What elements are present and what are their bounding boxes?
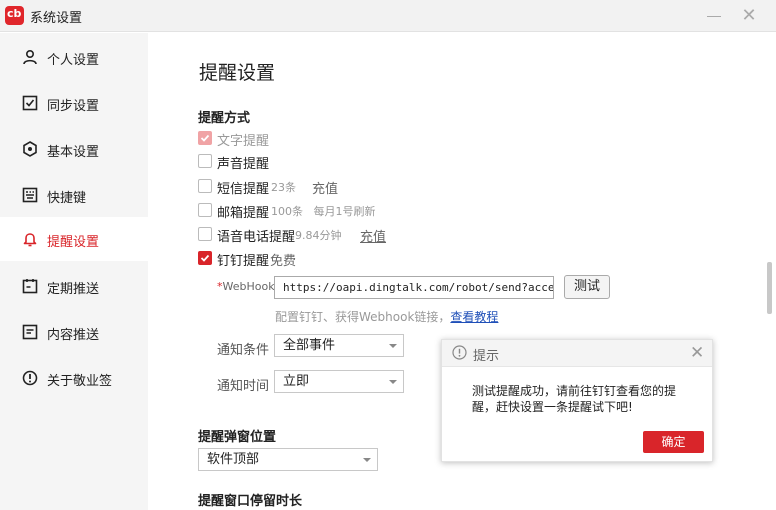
scrollbar-thumb[interactable] bbox=[767, 262, 772, 314]
sidebar-item-scheduled-push[interactable]: 定期推送 bbox=[0, 264, 148, 308]
alert-icon bbox=[452, 345, 467, 360]
calendar-icon bbox=[22, 279, 38, 294]
popup-position-value: 软件顶部 bbox=[207, 452, 260, 467]
checkbox[interactable] bbox=[198, 179, 212, 193]
window-title: 系统设置 bbox=[30, 11, 83, 26]
tutorial-link[interactable]: 查看教程 bbox=[450, 310, 498, 324]
webhook-label-text: WebHook bbox=[222, 280, 275, 293]
keyboard-icon bbox=[22, 187, 38, 203]
document-icon bbox=[22, 324, 38, 340]
sync-icon bbox=[22, 95, 38, 111]
webhook-label: *WebHook bbox=[217, 280, 275, 293]
email-quota: 100条 每月1号刷新 bbox=[271, 205, 376, 218]
voice-quota: 9.84分钟 bbox=[295, 229, 342, 242]
section-title-duration: 提醒窗口停留时长 bbox=[198, 494, 303, 509]
user-icon bbox=[23, 49, 37, 65]
close-window-icon[interactable]: ✕ bbox=[738, 5, 760, 27]
sidebar-item-label: 关于敬业签 bbox=[47, 374, 113, 389]
sidebar: 个人设置 同步设置 基本设置 快捷键 提醒设置 定期推送 内容推送 关于敬业签 bbox=[0, 33, 148, 510]
time-label: 通知时间 bbox=[217, 379, 270, 394]
sidebar-item-sync[interactable]: 同步设置 bbox=[0, 81, 148, 125]
sms-quota: 23条 bbox=[271, 181, 296, 194]
sms-recharge-link[interactable]: 充值 bbox=[312, 178, 338, 197]
checkbox-label: 声音提醒 bbox=[217, 157, 270, 172]
check-icon bbox=[200, 254, 210, 262]
minimize-icon[interactable] bbox=[703, 5, 725, 27]
time-select[interactable]: 立即 bbox=[274, 370, 404, 393]
chevron-down-icon bbox=[363, 458, 371, 462]
checkbox[interactable] bbox=[198, 251, 212, 265]
sidebar-item-label: 个人设置 bbox=[47, 53, 100, 68]
info-icon bbox=[22, 370, 38, 386]
checkbox[interactable] bbox=[198, 154, 212, 168]
checkbox-label: 文字提醒 bbox=[217, 134, 270, 149]
chevron-down-icon bbox=[389, 380, 397, 384]
sidebar-item-label: 内容推送 bbox=[47, 328, 100, 343]
confirm-button[interactable]: 确定 bbox=[643, 431, 704, 453]
checkbox-label: 邮箱提醒 bbox=[217, 206, 270, 221]
section-title-method: 提醒方式 bbox=[198, 111, 251, 126]
sidebar-item-label: 快捷键 bbox=[47, 191, 87, 206]
condition-value: 全部事件 bbox=[283, 338, 336, 353]
sidebar-item-label: 同步设置 bbox=[47, 99, 100, 114]
checkbox[interactable] bbox=[198, 227, 212, 241]
checkbox-label: 钉钉提醒 bbox=[217, 254, 270, 269]
webhook-hint: 配置钉钉、获得Webhook链接，查看教程 bbox=[275, 308, 498, 325]
sidebar-item-shortcut[interactable]: 快捷键 bbox=[0, 173, 148, 217]
sidebar-item-label: 基本设置 bbox=[47, 145, 100, 160]
checkbox[interactable] bbox=[198, 131, 212, 145]
section-title-popup-position: 提醒弹窗位置 bbox=[198, 430, 277, 445]
voice-recharge-link[interactable]: 充值 bbox=[360, 226, 386, 245]
page-title: 提醒设置 bbox=[199, 62, 276, 84]
test-success-dialog: 提示 ✕ 测试提醒成功，请前往钉钉查看您的提醒，赶快设置一条提醒试下吧! 确定 bbox=[441, 339, 713, 462]
dialog-header: 提示 ✕ bbox=[442, 340, 712, 367]
sidebar-item-personal[interactable]: 个人设置 bbox=[0, 35, 148, 79]
dialog-title: 提示 bbox=[473, 349, 500, 364]
dingtalk-free-note: 免费 bbox=[270, 254, 297, 269]
checkbox[interactable] bbox=[198, 203, 212, 217]
test-button[interactable]: 测试 bbox=[564, 275, 610, 299]
popup-position-select[interactable]: 软件顶部 bbox=[198, 448, 378, 471]
app-logo-icon bbox=[5, 6, 24, 25]
condition-label: 通知条件 bbox=[217, 343, 270, 358]
condition-select[interactable]: 全部事件 bbox=[274, 334, 404, 357]
sidebar-item-label: 提醒设置 bbox=[47, 235, 100, 250]
checkbox-label: 语音电话提醒 bbox=[217, 230, 296, 245]
sidebar-item-label: 定期推送 bbox=[47, 282, 100, 297]
sidebar-item-about[interactable]: 关于敬业签 bbox=[0, 356, 148, 400]
dialog-message: 测试提醒成功，请前往钉钉查看您的提醒，赶快设置一条提醒试下吧! bbox=[472, 384, 677, 414]
check-icon bbox=[200, 134, 210, 142]
settings-icon bbox=[23, 141, 37, 157]
sidebar-item-content-push[interactable]: 内容推送 bbox=[0, 310, 148, 354]
checkbox-label: 短信提醒 bbox=[217, 182, 270, 197]
bell-icon bbox=[23, 233, 37, 247]
hint-text: 配置钉钉、获得Webhook链接， bbox=[275, 310, 451, 324]
time-value: 立即 bbox=[283, 374, 310, 389]
chevron-down-icon bbox=[389, 344, 397, 348]
sidebar-item-basic[interactable]: 基本设置 bbox=[0, 127, 148, 171]
close-icon[interactable]: ✕ bbox=[690, 343, 704, 363]
webhook-input-value: https://oapi.dingtalk.com/robot/send?acc… bbox=[283, 281, 554, 294]
sidebar-item-reminder[interactable]: 提醒设置 bbox=[0, 217, 148, 261]
title-bar: 系统设置 ✕ bbox=[0, 0, 776, 32]
webhook-input[interactable]: https://oapi.dingtalk.com/robot/send?acc… bbox=[274, 276, 554, 299]
